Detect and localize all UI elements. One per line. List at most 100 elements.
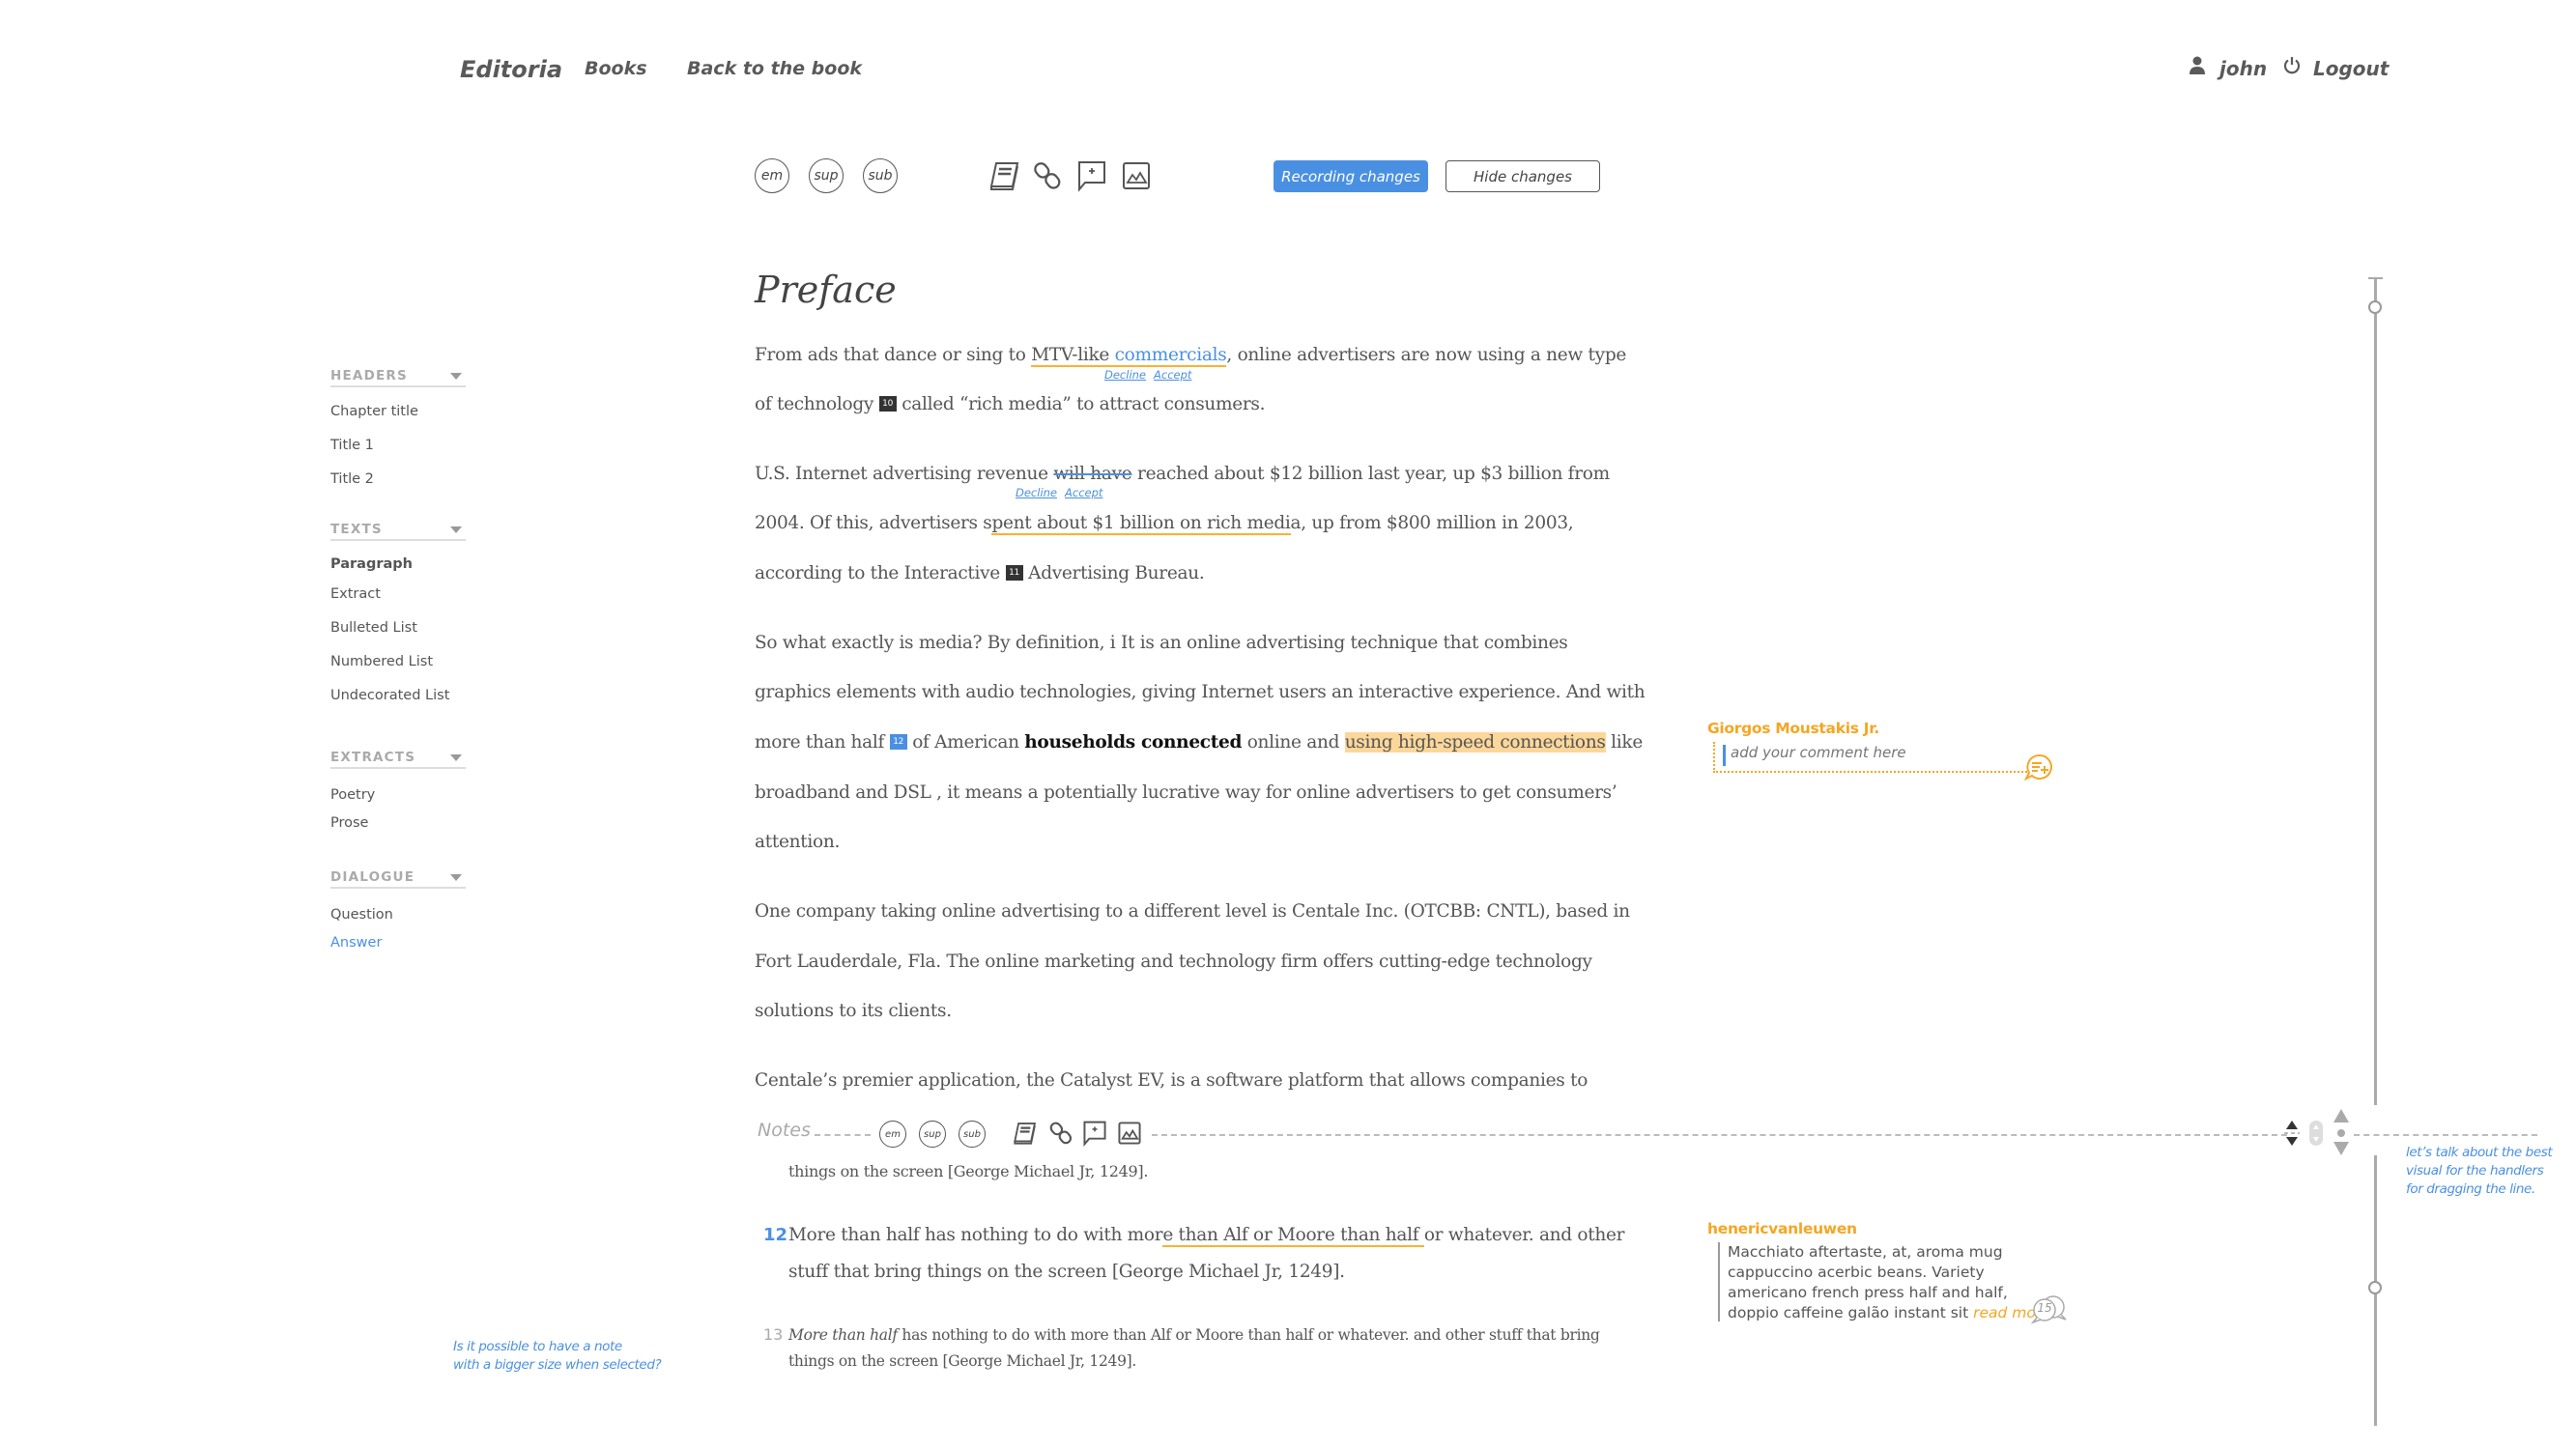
rail-node[interactable] <box>2368 300 2382 314</box>
sidebar-section-extracts: EXTRACTS <box>330 750 466 769</box>
paragraph-line[interactable]: more than half 12 of American households… <box>755 732 1643 753</box>
sidebar-header-texts[interactable]: TEXTS <box>330 522 466 541</box>
paragraph-line[interactable]: graphics elements with audio technologie… <box>755 682 1646 702</box>
paragraph-line[interactable]: So what exactly is media? By definition,… <box>755 633 1568 653</box>
section-title: DIALOGUE <box>330 869 415 885</box>
paragraph-line[interactable]: Centale’s premier application, the Catal… <box>755 1070 1588 1091</box>
notes-divider-line[interactable] <box>1152 1134 2287 1136</box>
comments-rail <box>2374 278 2377 1105</box>
note-text[interactable]: More than half has nothing to do with mo… <box>788 1225 1624 1247</box>
sidebar-header-dialogue[interactable]: DIALOGUE <box>330 869 466 889</box>
accept-change-button[interactable]: Accept <box>1154 368 1191 382</box>
logout-button[interactable]: Logout <box>2282 56 2389 80</box>
app-logo[interactable]: Editoria <box>460 56 562 83</box>
add-comment-icon[interactable] <box>1074 158 1109 193</box>
notes-sup-button[interactable]: sup <box>919 1121 946 1148</box>
annotation-line: for dragging the line. <box>2406 1181 2535 1197</box>
design-annotation: Is it possible to have a note with a big… <box>453 1338 662 1375</box>
text: like <box>1605 732 1643 753</box>
caret-down-icon <box>450 526 462 533</box>
comment-body[interactable]: Macchiato aftertaste, at, aroma mug capp… <box>1728 1242 2051 1323</box>
sidebar-header-headers[interactable]: HEADERS <box>330 368 466 387</box>
annotation-line: with a bigger size when selected? <box>453 1357 662 1373</box>
paragraph-line[interactable]: according to the Interactive 11 Advertis… <box>755 563 1205 583</box>
note-marker[interactable]: 11 <box>1005 565 1023 581</box>
chapter-title[interactable]: Preface <box>755 269 897 311</box>
paragraph-line[interactable]: 2004. Of this, advertisers spent about $… <box>755 513 1574 535</box>
book-icon[interactable] <box>987 158 1022 193</box>
note-text[interactable]: things on the screen [George Michael Jr,… <box>788 1352 1136 1370</box>
sidebar-section-headers: HEADERS <box>330 368 466 387</box>
image-icon[interactable] <box>1119 158 1154 193</box>
rail-node[interactable] <box>2368 1281 2382 1294</box>
drag-handle-pill[interactable] <box>2307 1119 2325 1152</box>
tracked-change[interactable]: pent about $1 billion on rich medi <box>991 513 1291 535</box>
paragraph-line[interactable]: One company taking online advertising to… <box>755 901 1630 922</box>
comment-bar <box>1718 1242 1720 1321</box>
commented-text-highlight[interactable]: using high-speed connections <box>1344 732 1606 753</box>
sidebar-header-extracts[interactable]: EXTRACTS <box>330 750 466 769</box>
inserted-text: commercials <box>1114 345 1227 365</box>
nav-back-to-book-link[interactable]: Back to the book <box>687 58 862 79</box>
sidebar-item-extract[interactable]: Extract <box>330 586 381 602</box>
notes-sub-button[interactable]: sub <box>959 1121 986 1148</box>
add-comment-icon[interactable] <box>1082 1119 1107 1152</box>
note-text-tail[interactable]: things on the screen [George Michael Jr,… <box>788 1162 1148 1180</box>
sub-button[interactable]: sub <box>863 158 898 193</box>
caret-down-icon <box>450 753 462 761</box>
note-text[interactable]: stuff that bring things on the screen [G… <box>788 1262 1345 1282</box>
text: according to the Interactive <box>755 563 1006 583</box>
comment-input[interactable] <box>1731 744 2020 761</box>
paragraph-line[interactable]: Fort Lauderdale, Fla. The online marketi… <box>755 952 1592 972</box>
paragraph-line[interactable]: solutions to its clients. <box>755 1001 952 1021</box>
note-number: 13 <box>763 1325 784 1344</box>
sup-button[interactable]: sup <box>809 158 844 193</box>
drag-handle-dot-arrows[interactable] <box>2331 1107 2352 1162</box>
sidebar-item-title-2[interactable]: Title 2 <box>330 471 374 487</box>
text: Advertising Bureau. <box>1022 563 1205 583</box>
comment-input-box[interactable] <box>1713 742 2034 773</box>
sidebar-item-bulleted-list[interactable]: Bulleted List <box>330 620 417 636</box>
user-menu[interactable]: john <box>2189 56 2267 80</box>
annotation-line: Is it possible to have a note <box>453 1339 622 1354</box>
sidebar-item-answer[interactable]: Answer <box>330 935 382 951</box>
note-text[interactable]: More than half has nothing to do with mo… <box>788 1326 1600 1344</box>
tracked-change[interactable]: MTV-like commercials <box>1031 345 1227 367</box>
sidebar-item-title-1[interactable]: Title 1 <box>330 438 374 453</box>
nav-books-link[interactable]: Books <box>585 58 647 79</box>
sidebar-item-paragraph[interactable]: Paragraph <box>330 556 413 572</box>
section-title: TEXTS <box>330 522 383 537</box>
sidebar-item-undecorated-list[interactable]: Undecorated List <box>330 688 449 703</box>
note-marker[interactable]: 10 <box>878 396 897 412</box>
paragraph-line[interactable]: U.S. Internet advertising revenue will h… <box>755 464 1610 484</box>
notes-em-button[interactable]: em <box>879 1121 906 1148</box>
sidebar-item-chapter-title[interactable]: Chapter title <box>330 404 418 419</box>
tracked-change[interactable]: e than Alf or Moore than half <box>1162 1225 1424 1247</box>
link-icon[interactable] <box>1048 1121 1073 1151</box>
sidebar-item-numbered-list[interactable]: Numbered List <box>330 654 433 669</box>
sidebar-item-poetry[interactable]: Poetry <box>330 787 375 803</box>
annotation-line: let’s talk about the best <box>2406 1145 2553 1160</box>
paragraph-line[interactable]: attention. <box>755 832 840 852</box>
hide-changes-button[interactable]: Hide changes <box>1445 160 1600 192</box>
paragraph-line[interactable]: From ads that dance or sing to MTV-like … <box>755 345 1626 367</box>
divider <box>2354 1134 2537 1136</box>
text-cursor <box>1723 745 1726 766</box>
paragraph-line[interactable]: of technology 10 called “rich media” to … <box>755 394 1266 414</box>
image-icon[interactable] <box>1117 1121 1142 1151</box>
em-button[interactable]: em <box>755 158 789 193</box>
sidebar-item-question[interactable]: Question <box>330 907 393 923</box>
decline-change-button[interactable]: Decline <box>1104 368 1146 382</box>
deleted-text[interactable]: will have <box>1053 464 1131 484</box>
note-marker-selected[interactable]: 12 <box>889 734 907 750</box>
recording-changes-button[interactable]: Recording changes <box>1274 160 1428 192</box>
sidebar-item-prose[interactable]: Prose <box>330 815 368 831</box>
drag-handle-arrows[interactable] <box>2284 1119 2300 1152</box>
paragraph-line[interactable]: broadband and DSL , it means a potential… <box>755 782 1617 803</box>
link-icon[interactable] <box>1030 158 1065 193</box>
decline-change-button[interactable]: Decline <box>1016 486 1057 499</box>
replies-badge[interactable]: 15 <box>2029 1294 2070 1330</box>
accept-change-button[interactable]: Accept <box>1065 486 1102 499</box>
add-comment-icon[interactable] <box>2023 753 2053 785</box>
book-icon[interactable] <box>1013 1121 1038 1151</box>
